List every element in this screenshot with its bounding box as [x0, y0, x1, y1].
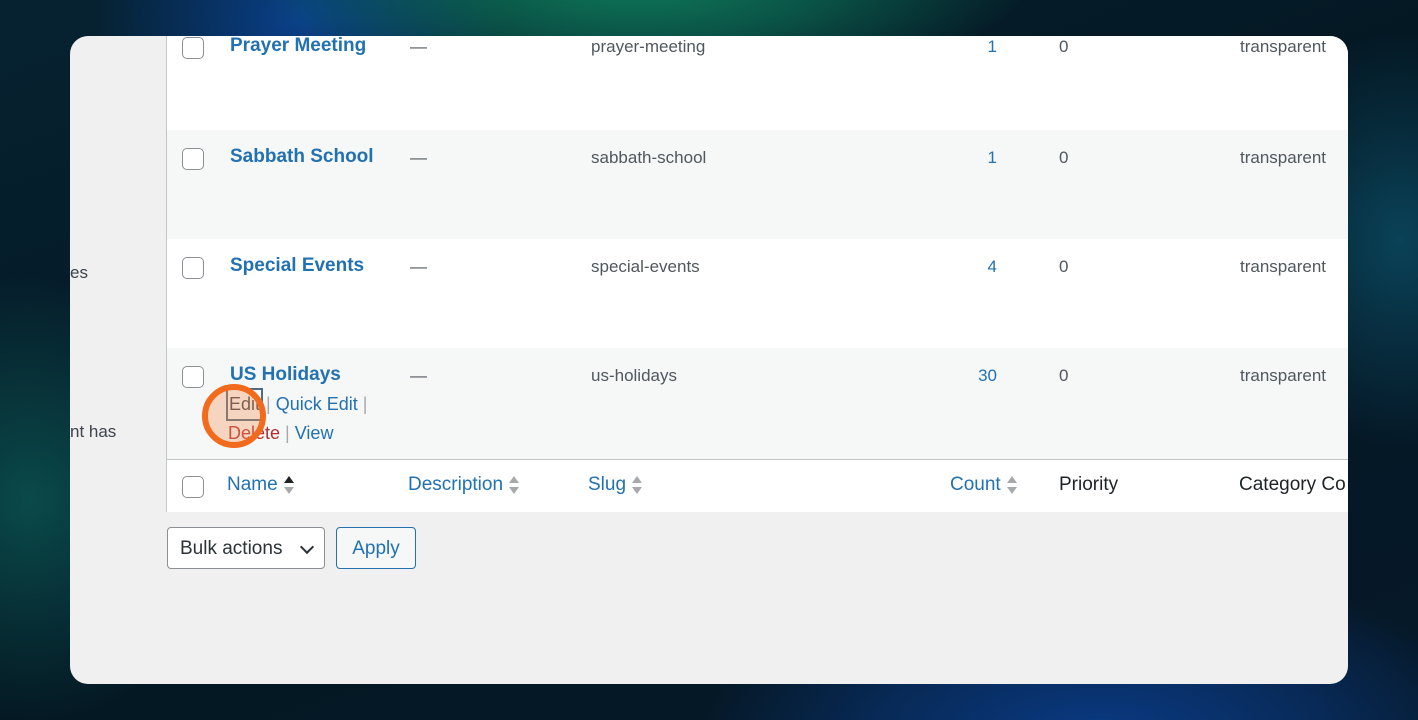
table-row: Special Events — special-events 4 0 tran…: [167, 239, 1348, 348]
column-header-count[interactable]: Count: [950, 474, 1017, 496]
category-name-link[interactable]: Prayer Meeting: [230, 36, 366, 57]
column-header-label: Description: [408, 474, 504, 495]
sort-arrows-icon: [509, 475, 520, 495]
view-action-link[interactable]: View: [295, 423, 334, 443]
slug-cell: special-events: [591, 257, 700, 276]
category-color-cell: transparent: [1240, 366, 1326, 385]
category-color-cell: transparent: [1240, 37, 1326, 56]
priority-cell: 0: [1059, 366, 1069, 385]
action-separator: |: [362, 394, 368, 414]
slug-cell: us-holidays: [591, 366, 677, 385]
column-header-label: Slug: [588, 474, 627, 495]
slug-cell: prayer-meeting: [591, 37, 706, 56]
count-link[interactable]: 1: [957, 148, 997, 168]
table-row: Prayer Meeting — prayer-meeting 1 0 tran…: [167, 36, 1348, 122]
slug-cell: sabbath-school: [591, 148, 707, 167]
category-color-cell: transparent: [1240, 148, 1326, 167]
sort-arrows-icon: [632, 475, 643, 495]
sort-arrows-icon: [1006, 475, 1017, 495]
category-name-link[interactable]: Sabbath School: [230, 146, 374, 168]
quick-edit-action-link[interactable]: Quick Edit: [276, 394, 358, 414]
description-cell: —: [410, 148, 427, 167]
table-row: US Holidays Edit | Quick Edit | Delete |…: [167, 348, 1348, 459]
row-actions: Edit | Quick Edit | Delete | View: [228, 390, 388, 448]
row-checkbox[interactable]: [182, 37, 204, 59]
select-all-checkbox[interactable]: [182, 476, 204, 498]
row-checkbox[interactable]: [182, 366, 204, 388]
count-link[interactable]: 1: [957, 37, 997, 57]
table-row: Sabbath School — sabbath-school 1 0 tran…: [167, 130, 1348, 239]
sidebar-text-fragment: nt has: [70, 422, 117, 441]
apply-button[interactable]: Apply: [336, 527, 416, 569]
description-cell: —: [410, 366, 427, 385]
edit-action-link[interactable]: Edit: [228, 390, 261, 419]
bulk-actions-label: Bulk actions: [180, 538, 283, 559]
row-checkbox[interactable]: [182, 148, 204, 170]
column-header-priority: Priority: [1059, 474, 1119, 495]
column-header-label: Name: [227, 474, 278, 495]
column-header-slug[interactable]: Slug: [588, 474, 643, 496]
column-header-label: Count: [950, 474, 1001, 495]
category-name-link[interactable]: US Holidays: [230, 364, 341, 386]
sort-arrows-icon: [283, 475, 294, 495]
description-cell: —: [410, 37, 427, 56]
category-color-cell: transparent: [1240, 257, 1326, 276]
description-cell: —: [410, 257, 427, 276]
delete-action-link[interactable]: Delete: [228, 423, 280, 443]
table-footer-header: Name Description Slug Count Priority Cat…: [167, 459, 1348, 512]
row-checkbox[interactable]: [182, 257, 204, 279]
count-link[interactable]: 30: [957, 366, 997, 386]
column-header-category-color: Category Co: [1239, 474, 1346, 495]
bulk-actions-select[interactable]: Bulk actions: [167, 527, 325, 569]
priority-cell: 0: [1059, 257, 1069, 276]
action-separator: |: [266, 394, 271, 414]
priority-cell: 0: [1059, 148, 1069, 167]
action-separator: |: [285, 423, 290, 443]
browser-window: es nt has Prayer Meeting — prayer-meetin…: [70, 36, 1348, 684]
column-header-description[interactable]: Description: [408, 474, 520, 496]
categories-table: Prayer Meeting — prayer-meeting 1 0 tran…: [166, 36, 1348, 512]
count-link[interactable]: 4: [957, 257, 997, 277]
sidebar-text-fragment: es: [70, 263, 88, 282]
priority-cell: 0: [1059, 37, 1069, 56]
column-header-name[interactable]: Name: [227, 474, 294, 496]
chevron-down-icon: [299, 539, 315, 555]
category-name-link[interactable]: Special Events: [230, 255, 364, 277]
